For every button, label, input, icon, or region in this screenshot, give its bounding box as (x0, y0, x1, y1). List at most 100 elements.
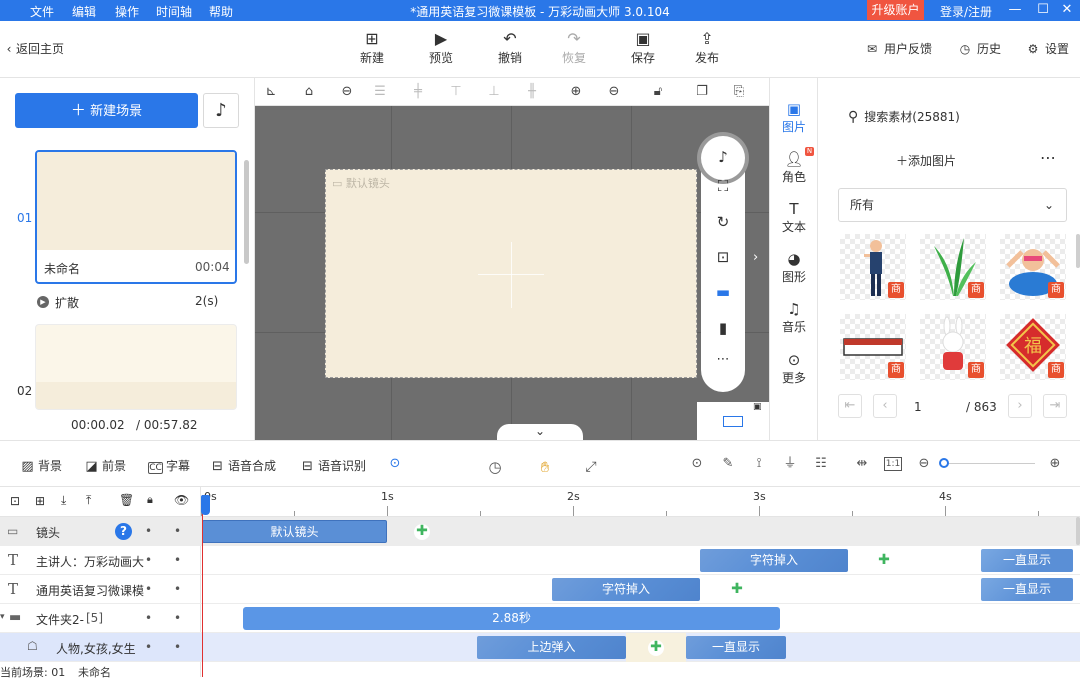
canvas-area[interactable]: ⊾ ⌂ ⊖ ☰ ╪ ⊤ ⊥ ╫ ⊕ ⊖ 🔓︎ ❐ ⎘ ▭ 默认镜头 ♪ ⛶ ↻ … (255, 78, 769, 440)
scene-music-button[interactable]: ♪ (203, 93, 239, 128)
asr-button[interactable]: ⊟ 语音识别 (300, 457, 366, 474)
tab-music[interactable]: ♫ 音乐 (770, 300, 818, 335)
tab-role[interactable]: 👤︎ 角色 N (770, 147, 818, 185)
page-current[interactable]: 1 (914, 400, 922, 414)
track-visible-dot[interactable]: • (174, 553, 181, 567)
zoom-slider-handle[interactable] (939, 458, 949, 468)
minimize-button[interactable]: — (1002, 0, 1028, 21)
publish-button[interactable]: ⇪ 发布 (682, 29, 732, 66)
track-visible-dot[interactable]: • (174, 582, 181, 596)
split-icon[interactable]: ⟟ (750, 455, 768, 473)
track-lock-dot[interactable]: • (145, 553, 152, 567)
redo-button[interactable]: ↷ 恢复 (549, 29, 599, 66)
save-button[interactable]: ▣ 保存 (618, 29, 668, 66)
track-row[interactable]: T 主讲人：万彩动画大 • • (0, 546, 201, 575)
new-scene-button[interactable]: ＋ 新建场景 (15, 93, 198, 128)
new-button[interactable]: ⊞ 新建 (347, 29, 397, 66)
effect-clip[interactable]: 上边弹入 (477, 636, 626, 659)
foreground-button[interactable]: ◪ 前景 (84, 457, 126, 474)
track-visible-dot[interactable]: • (174, 640, 181, 654)
track-row[interactable]: T 通用英语复习微课模 • • (0, 575, 201, 604)
effect-clip[interactable]: 字符掉入 (552, 578, 700, 601)
prev-page-button[interactable]: ‹ (873, 394, 897, 418)
track-lock-dot[interactable]: • (145, 524, 152, 538)
music-note-icon[interactable]: ♪ (701, 148, 745, 166)
portrait-screen-icon[interactable]: ▮ (701, 319, 745, 337)
more-dots-icon[interactable]: ⋯ (1040, 148, 1057, 167)
sliders-icon[interactable]: ☷ (812, 455, 830, 473)
asset-thumbnail[interactable]: 商 (1000, 234, 1066, 300)
new-folder-icon[interactable]: ⊞ (35, 494, 45, 508)
asset-scrollbar[interactable] (1076, 234, 1080, 268)
effect-clip[interactable]: 字符掉入 (700, 549, 848, 572)
effect-clip[interactable]: 一直显示 (981, 549, 1073, 572)
eye-icon[interactable]: 👁︎ (174, 493, 189, 507)
asset-thumbnail[interactable]: 商 (840, 234, 906, 300)
preview-button[interactable]: ▶ 预览 (416, 29, 466, 66)
filter-icon[interactable]: ⏚ (781, 455, 799, 473)
move-down-icon[interactable]: ⤓ (61, 493, 66, 508)
asset-thumbnail[interactable]: 福 商 (1000, 314, 1066, 380)
help-icon[interactable]: ? (115, 523, 132, 540)
add-effect-icon[interactable]: ✚ (876, 553, 892, 569)
track-visible-dot[interactable]: • (174, 524, 181, 538)
align-center-icon[interactable]: ╪ (409, 83, 427, 101)
scene-transition[interactable]: ▶ 扩散 2(s) (37, 294, 237, 310)
track-lane[interactable]: 字符掉入 ✚ 一直显示 (201, 546, 1080, 575)
tts-button[interactable]: ⊟ 语音合成 (210, 457, 276, 474)
align-top-icon[interactable]: ⊤ (447, 83, 465, 101)
expand-triangle-icon[interactable]: ▾ (0, 612, 5, 622)
align-right-icon[interactable]: ☰ (371, 83, 389, 101)
move-up-icon[interactable]: ⤒ (86, 493, 91, 508)
time-ruler[interactable]: 0s 1s 2s 3s 4s (201, 487, 1080, 517)
asset-thumbnail[interactable]: 商 (920, 314, 986, 380)
asset-filter-select[interactable]: 所有 ⌄ (838, 188, 1067, 222)
background-button[interactable]: ▨ 背景 (20, 457, 62, 474)
align-bottom-icon[interactable]: ⊥ (485, 83, 503, 101)
more-circle-icon[interactable]: ⊙ (386, 455, 404, 473)
timeline-scrollbar[interactable] (1076, 517, 1080, 545)
track-lane[interactable]: 上边弹入 ✚ 一直显示 (201, 633, 1080, 662)
fit-screen-icon[interactable]: ⛶ (701, 177, 745, 195)
track-lock-dot[interactable]: • (145, 582, 152, 596)
asset-thumbnail[interactable]: 商 (840, 314, 906, 380)
lock-icon[interactable]: 🔓︎ (649, 83, 667, 101)
camera-clip[interactable]: 默认镜头 (202, 520, 387, 543)
undo-button[interactable]: ↶ 撤销 (485, 29, 535, 66)
asset-search[interactable]: ⚲ 搜索素材(25881) (848, 108, 960, 125)
tab-text[interactable]: T 文本 (770, 200, 818, 235)
zoom-in-icon[interactable]: ⊕ (567, 83, 585, 101)
track-lane[interactable]: 2.88秒 (201, 604, 1080, 633)
collapse-timeline-button[interactable]: ⌄ (497, 424, 583, 440)
add-effect-icon[interactable]: ✚ (414, 524, 430, 540)
copy-icon[interactable]: ❐ (693, 83, 711, 101)
replay-icon[interactable]: ◷ (486, 458, 504, 476)
first-page-button[interactable]: ⇤ (838, 394, 862, 418)
hand-cursor-icon[interactable]: ✋︎ (536, 458, 554, 476)
tab-shape[interactable]: ◕ 图形 (770, 250, 818, 285)
chevron-right-icon[interactable]: › (753, 250, 758, 265)
timeline-tracks[interactable]: 0s 1s 2s 3s 4s 默认镜头 ✚ 字符掉入 ✚ 一直显示 字符掉入 ✚… (201, 487, 1080, 677)
add-effect-icon[interactable]: ✚ (729, 582, 745, 598)
asset-thumbnail[interactable]: 商 (920, 234, 986, 300)
track-row[interactable]: ☖ 人物,女孩,女生 • • (0, 633, 201, 662)
trash-icon[interactable]: 🗑︎ (119, 493, 134, 507)
lock-icon[interactable]: ⊡ (701, 248, 745, 266)
add-effect-icon[interactable]: ✚ (648, 640, 664, 656)
landscape-screen-icon[interactable]: ▬ (701, 283, 745, 301)
zoom-slider[interactable] (940, 463, 1035, 464)
close-button[interactable]: ✕ (1054, 0, 1080, 21)
folder-move-icon[interactable]: ⊡ (10, 494, 20, 508)
history-button[interactable]: ◷ 历史 (957, 40, 1001, 57)
track-lane[interactable]: 字符掉入 ✚ 一直显示 (201, 575, 1080, 604)
back-home-button[interactable]: ‹ 返回主页 (4, 40, 64, 57)
tab-more[interactable]: ⊙ 更多 (770, 351, 818, 386)
effect-clip[interactable]: 一直显示 (686, 636, 786, 659)
feedback-button[interactable]: ✉ 用户反馈 (864, 40, 932, 57)
track-lock-dot[interactable]: • (145, 611, 152, 625)
track-row[interactable]: ▭ 镜头 ? • • (0, 517, 201, 546)
rotate-icon[interactable]: ↻ (701, 213, 745, 231)
tab-image[interactable]: ▣ 图片 (770, 100, 818, 135)
stage-camera-frame[interactable]: ▭ 默认镜头 (325, 169, 697, 378)
more-circle-icon[interactable]: ⊖ (338, 83, 356, 101)
